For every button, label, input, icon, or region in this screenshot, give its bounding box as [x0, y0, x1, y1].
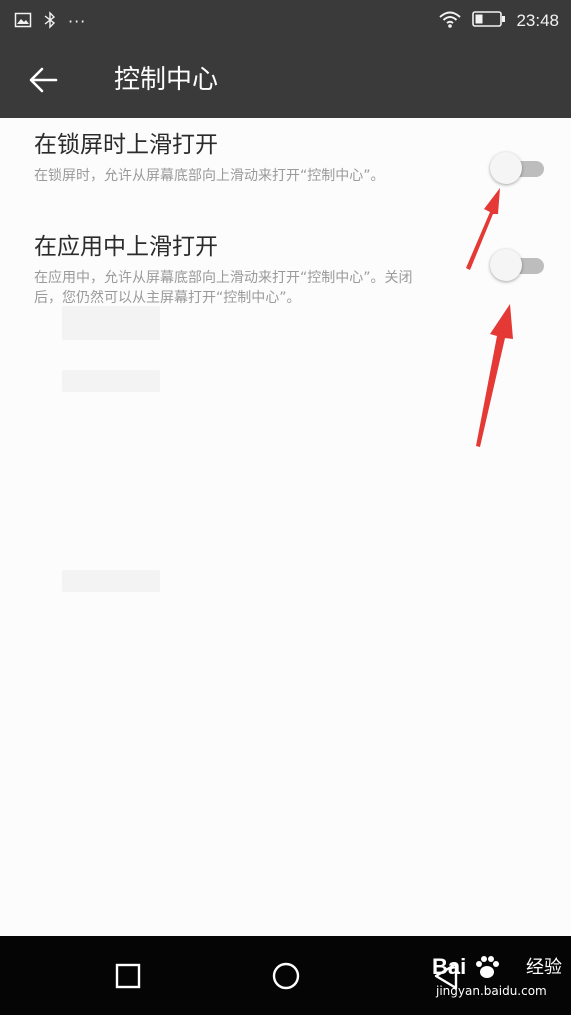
- setting-row-lockscreen-swipe[interactable]: 在锁屏时上滑打开 在锁屏时，允许从屏幕底部向上滑动来打开“控制中心”。: [0, 118, 571, 214]
- settings-list: 在锁屏时上滑打开 在锁屏时，允许从屏幕底部向上滑动来打开“控制中心”。 在应用中…: [0, 118, 571, 936]
- page-title: 控制中心: [114, 65, 219, 95]
- battery-icon: [472, 10, 506, 32]
- wifi-icon: [438, 10, 462, 32]
- setting-title: 在应用中上滑打开: [34, 234, 218, 260]
- status-time: 23:48: [516, 11, 559, 30]
- in-app-swipe-toggle[interactable]: [490, 249, 544, 281]
- faint-placeholder-block: [62, 306, 160, 340]
- paw-icon: [472, 952, 502, 986]
- watermark-sub: 经验: [526, 957, 562, 978]
- home-icon: [268, 962, 304, 998]
- watermark-url: jingyan.baidu.com: [436, 984, 547, 998]
- lockscreen-swipe-toggle[interactable]: [490, 152, 544, 184]
- faint-placeholder-block: [62, 370, 160, 392]
- home-button[interactable]: [268, 958, 304, 994]
- image-icon: [14, 11, 32, 33]
- setting-description: 在应用中，允许从屏幕底部向上滑动来打开“控制中心”。关闭后，您仍然可以从主屏幕打…: [34, 270, 413, 306]
- baidu-watermark: Bai 经验 jingyan.baidu.com: [432, 946, 566, 1006]
- status-bar-left: ···: [14, 11, 86, 33]
- recent-apps-icon: [110, 963, 146, 998]
- app-bar: 控制中心: [0, 42, 571, 118]
- arrow-left-icon: [22, 67, 64, 104]
- setting-description: 在锁屏时，允许从屏幕底部向上滑动来打开“控制中心”。: [34, 168, 385, 184]
- toggle-thumb: [490, 249, 522, 281]
- status-bar-right: 23:48: [438, 10, 559, 32]
- setting-title: 在锁屏时上滑打开: [34, 132, 218, 158]
- setting-row-in-app-swipe[interactable]: 在应用中上滑打开 在应用中，允许从屏幕底部向上滑动来打开“控制中心”。关闭后，您…: [0, 224, 571, 314]
- back-button[interactable]: [22, 60, 64, 100]
- recent-apps-button[interactable]: [110, 958, 146, 994]
- faint-placeholder-block: [62, 570, 160, 592]
- toggle-thumb: [490, 152, 522, 184]
- watermark-brand: Bai: [432, 954, 467, 979]
- status-bar: ··· 23:48: [0, 0, 571, 42]
- bluetooth-icon: [42, 11, 58, 33]
- more-dots-icon: ···: [68, 12, 87, 31]
